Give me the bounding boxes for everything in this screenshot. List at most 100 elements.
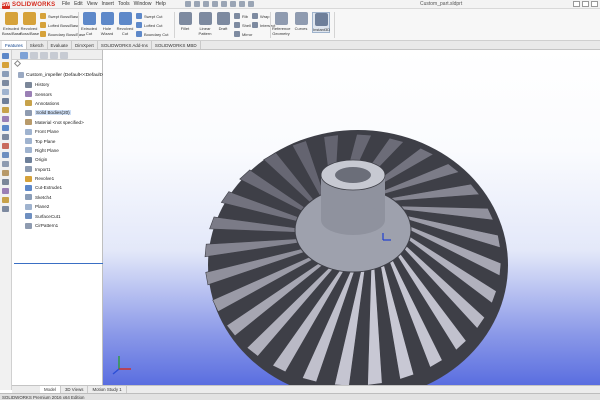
sketch-icon[interactable] — [2, 71, 9, 77]
model-tab-motion-study-1[interactable]: Motion Study 1 — [88, 386, 127, 393]
tab-solidworks-mbd[interactable]: SOLIDWORKS MBD — [152, 41, 201, 49]
tab-dimxpert[interactable]: DimXpert — [72, 41, 98, 49]
model-tab-3d-views[interactable]: 3D Views — [61, 386, 89, 393]
plane-icon[interactable] — [2, 89, 9, 95]
tab-features[interactable]: Features — [2, 41, 27, 49]
rebuild-icon[interactable] — [239, 1, 245, 7]
tree-item[interactable]: Import1 — [25, 165, 84, 174]
tree-item[interactable]: History — [25, 80, 84, 89]
tree-item[interactable]: Revolve1 — [25, 174, 84, 183]
model-tab-model[interactable]: Model — [40, 386, 61, 393]
rib-button[interactable]: Rib — [234, 12, 248, 20]
configuration-manager-tab-icon[interactable] — [40, 52, 48, 59]
menu-tools[interactable]: Tools — [118, 1, 130, 7]
tree-item[interactable]: Top Plane — [25, 136, 84, 145]
menu-file[interactable]: File — [62, 1, 70, 7]
tree-item[interactable]: Solid Bodies(20) — [25, 108, 84, 117]
impeller-model[interactable] — [103, 50, 600, 385]
scene-icon[interactable] — [2, 152, 9, 158]
ribbon-label: Instant3D — [313, 27, 331, 32]
options-icon[interactable] — [2, 206, 9, 212]
fillet-button[interactable]: Fillet — [176, 12, 194, 31]
revolve-boss-button[interactable]: Revolved Boss/Base — [20, 12, 40, 36]
mate-icon[interactable] — [2, 116, 9, 122]
curve-icon[interactable] — [2, 80, 9, 86]
display-manager-tab-icon[interactable] — [60, 52, 68, 59]
close-icon[interactable] — [591, 1, 598, 7]
mirror-button[interactable]: Mirror — [234, 30, 252, 38]
tree-item[interactable]: Annotations — [25, 99, 84, 108]
draft-button[interactable]: Draft — [214, 12, 232, 31]
linear-pattern-button[interactable]: Linear Pattern — [196, 12, 214, 36]
render-icon[interactable] — [2, 170, 9, 176]
ribbon-separator — [78, 12, 79, 38]
revolve-cut-button[interactable]: Revolved Cut — [116, 12, 134, 36]
options-gear-icon[interactable] — [248, 1, 254, 7]
graphics-viewport[interactable] — [103, 50, 600, 385]
tree-item[interactable]: Cut-Extrude1 — [25, 183, 84, 192]
tree-item[interactable]: Sketch4 — [25, 193, 84, 202]
home-icon[interactable] — [2, 53, 9, 59]
tree-item-label: Sketch4 — [35, 194, 52, 200]
tree-root[interactable]: Custom_impeller (Default<<Default>_D — [18, 72, 110, 78]
minimize-icon[interactable] — [573, 1, 580, 7]
menu-window[interactable]: Window — [134, 1, 152, 7]
menu-help[interactable]: Help — [155, 1, 165, 7]
select-icon[interactable] — [230, 1, 236, 7]
tab-sketch[interactable]: Sketch — [27, 41, 48, 49]
extrude-boss-button[interactable]: Extruded Boss/Base — [2, 12, 21, 36]
hole-wizard-button[interactable]: Hole Wizard — [98, 12, 116, 36]
camera-icon[interactable] — [2, 179, 9, 185]
boundary-cut-button[interactable]: Boundary Cut — [136, 30, 168, 38]
menu-edit[interactable]: Edit — [74, 1, 83, 7]
intersect-button[interactable]: Intersect — [252, 21, 275, 29]
swept-cut-button[interactable]: Swept Cut — [136, 12, 162, 20]
hole-wizard-icon — [100, 12, 114, 25]
tree-item[interactable]: Sensors — [25, 89, 84, 98]
ribbon-label: Revolved Cut — [116, 26, 134, 36]
lofted-cut-button[interactable]: Lofted Cut — [136, 21, 162, 29]
point-icon[interactable] — [2, 107, 9, 113]
maximize-icon[interactable] — [582, 1, 589, 7]
tree-item[interactable]: Material <not specified> — [25, 118, 84, 127]
dimxpert-tab-icon[interactable] — [50, 52, 58, 59]
open-file-icon[interactable] — [194, 1, 200, 7]
property-manager-tab-icon[interactable] — [30, 52, 38, 59]
swept-boss-button[interactable]: Swept Boss/Base — [40, 12, 79, 20]
feature-tree-tab-icon[interactable] — [20, 52, 28, 59]
tab-solidworks-add-ins[interactable]: SOLIDWORKS Add-Ins — [98, 41, 152, 49]
tree-item[interactable]: Front Plane — [25, 127, 84, 136]
wrap-button[interactable]: Wrap — [252, 12, 269, 20]
rollback-bar[interactable] — [14, 263, 114, 264]
ribbon-separator — [334, 12, 335, 38]
curves-button[interactable]: Curves — [292, 12, 310, 31]
shell-button[interactable]: Shell — [234, 21, 251, 29]
measure-icon[interactable] — [2, 125, 9, 131]
lofted-boss-icon — [40, 22, 46, 28]
app-logo[interactable]: SW SOLIDWORKS — [2, 1, 60, 9]
tree-item[interactable]: CirPattern1 — [25, 221, 84, 230]
decal-icon[interactable] — [2, 188, 9, 194]
section-icon[interactable] — [2, 134, 9, 140]
tree-item[interactable]: Right Plane — [25, 146, 84, 155]
ribbon-label: Revolved Boss/Base — [20, 26, 40, 36]
tree-item[interactable]: SurfaceCut1 — [25, 211, 84, 220]
save-icon[interactable] — [203, 1, 209, 7]
tab-evaluate[interactable]: Evaluate — [48, 41, 73, 49]
new-file-icon[interactable] — [185, 1, 191, 7]
axis-icon[interactable] — [2, 98, 9, 104]
appearance-icon[interactable] — [2, 143, 9, 149]
light-icon[interactable] — [2, 197, 9, 203]
print-icon[interactable] — [212, 1, 218, 7]
instant3d-button[interactable]: Instant3D — [312, 12, 330, 33]
lofted-boss-button[interactable]: Lofted Boss/Base — [40, 21, 79, 29]
menu-insert[interactable]: Insert — [101, 1, 114, 7]
tree-item[interactable]: Origin — [25, 155, 84, 164]
tree-item[interactable]: Plane2 — [25, 202, 84, 211]
undo-icon[interactable] — [221, 1, 227, 7]
display-icon[interactable] — [2, 161, 9, 167]
features-icon[interactable] — [2, 62, 9, 68]
reference-geometry-icon — [274, 12, 288, 25]
tree-filter[interactable] — [12, 59, 102, 68]
menu-view[interactable]: View — [87, 1, 98, 7]
